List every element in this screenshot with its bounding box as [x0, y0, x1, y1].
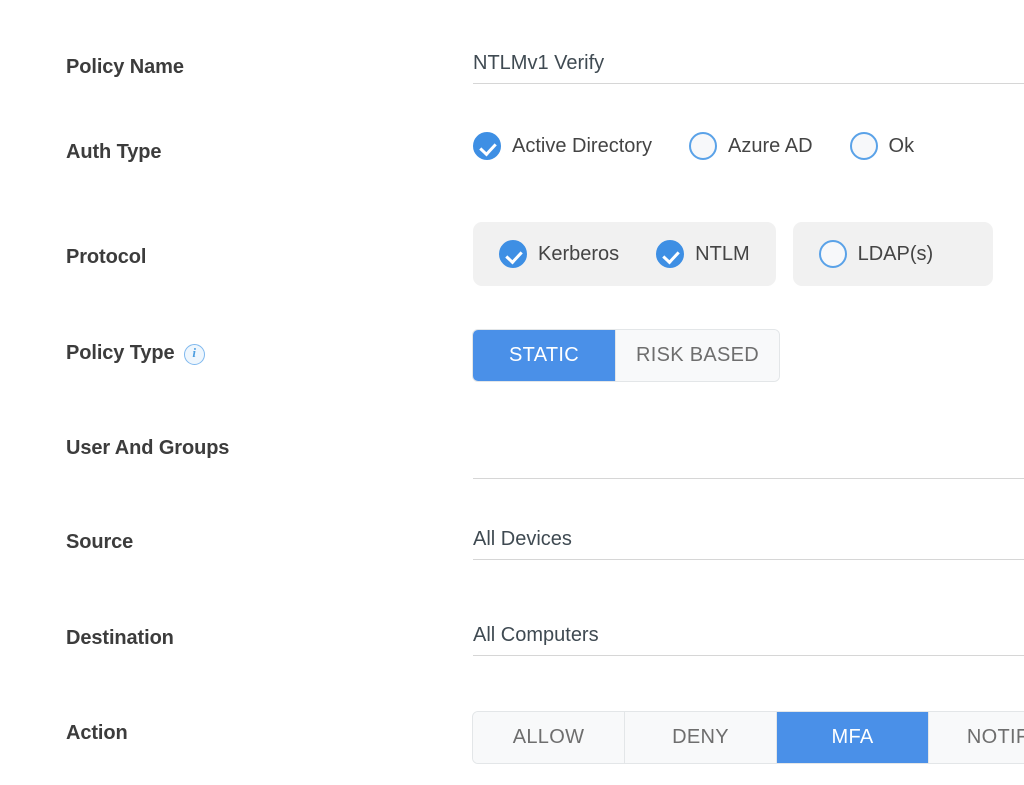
- auth-type-option-azure-ad[interactable]: Azure AD: [689, 132, 812, 160]
- policy-type-segmented-control: STATIC RISK BASED: [473, 330, 779, 381]
- auth-type-option-active-directory[interactable]: Active Directory: [473, 132, 652, 160]
- auth-type-option-okta[interactable]: Ok: [850, 132, 915, 160]
- info-icon[interactable]: i: [184, 344, 205, 365]
- label-protocol-text: Protocol: [66, 246, 146, 269]
- policy-form: Policy Name Auth Type Active Directory A…: [0, 0, 1024, 785]
- empty-circle-icon: [850, 132, 878, 160]
- label-action-text: Action: [66, 722, 128, 745]
- label-source-text: Source: [66, 531, 133, 554]
- label-source: Source: [66, 531, 133, 554]
- policy-name-input[interactable]: [473, 52, 1024, 84]
- policy-type-segment-static[interactable]: STATIC: [473, 330, 616, 381]
- auth-type-option-label: Ok: [889, 135, 915, 158]
- label-action: Action: [66, 722, 128, 745]
- empty-circle-icon: [689, 132, 717, 160]
- protocol-option-ntlm[interactable]: NTLM: [656, 240, 749, 268]
- source-input[interactable]: [473, 528, 1024, 560]
- label-protocol: Protocol: [66, 246, 146, 269]
- protocol-option-groups: Kerberos NTLM LDAP(s): [473, 222, 993, 286]
- checked-circle-icon: [499, 240, 527, 268]
- checked-circle-icon: [473, 132, 501, 160]
- auth-type-option-label: Azure AD: [728, 135, 812, 158]
- protocol-group-secondary: LDAP(s): [793, 222, 993, 286]
- label-policy-name: Policy Name: [66, 56, 184, 79]
- action-segment-deny[interactable]: DENY: [625, 712, 777, 763]
- destination-input[interactable]: [473, 624, 1024, 656]
- protocol-group-primary: Kerberos NTLM: [473, 222, 776, 286]
- field-policy-name: [473, 52, 1024, 84]
- policy-type-segment-risk-based[interactable]: RISK BASED: [616, 330, 779, 381]
- action-segmented-control: ALLOW DENY MFA NOTIFY: [473, 712, 1024, 763]
- label-auth-type-text: Auth Type: [66, 141, 161, 164]
- action-segment-allow[interactable]: ALLOW: [473, 712, 625, 763]
- protocol-option-label: LDAP(s): [858, 243, 934, 266]
- field-source: [473, 528, 1024, 560]
- protocol-option-ldaps[interactable]: LDAP(s): [819, 240, 934, 268]
- label-user-and-groups-text: User And Groups: [66, 437, 229, 460]
- protocol-option-kerberos[interactable]: Kerberos: [499, 240, 619, 268]
- protocol-option-label: Kerberos: [538, 243, 619, 266]
- label-destination-text: Destination: [66, 627, 174, 650]
- label-policy-type-text: Policy Type: [66, 342, 175, 365]
- label-policy-name-text: Policy Name: [66, 56, 184, 79]
- label-auth-type: Auth Type: [66, 141, 161, 164]
- protocol-option-label: NTLM: [695, 243, 749, 266]
- field-destination: [473, 624, 1024, 656]
- user-and-groups-input[interactable]: [473, 447, 1024, 479]
- label-user-and-groups: User And Groups: [66, 437, 229, 460]
- label-policy-type: Policy Type i: [66, 342, 205, 365]
- auth-type-option-label: Active Directory: [512, 135, 652, 158]
- label-destination: Destination: [66, 627, 174, 650]
- empty-circle-icon: [819, 240, 847, 268]
- action-segment-mfa[interactable]: MFA: [777, 712, 929, 763]
- checked-circle-icon: [656, 240, 684, 268]
- action-segment-notify[interactable]: NOTIFY: [929, 712, 1024, 763]
- field-user-and-groups: [473, 447, 1024, 479]
- auth-type-options: Active Directory Azure AD Ok: [473, 132, 914, 165]
